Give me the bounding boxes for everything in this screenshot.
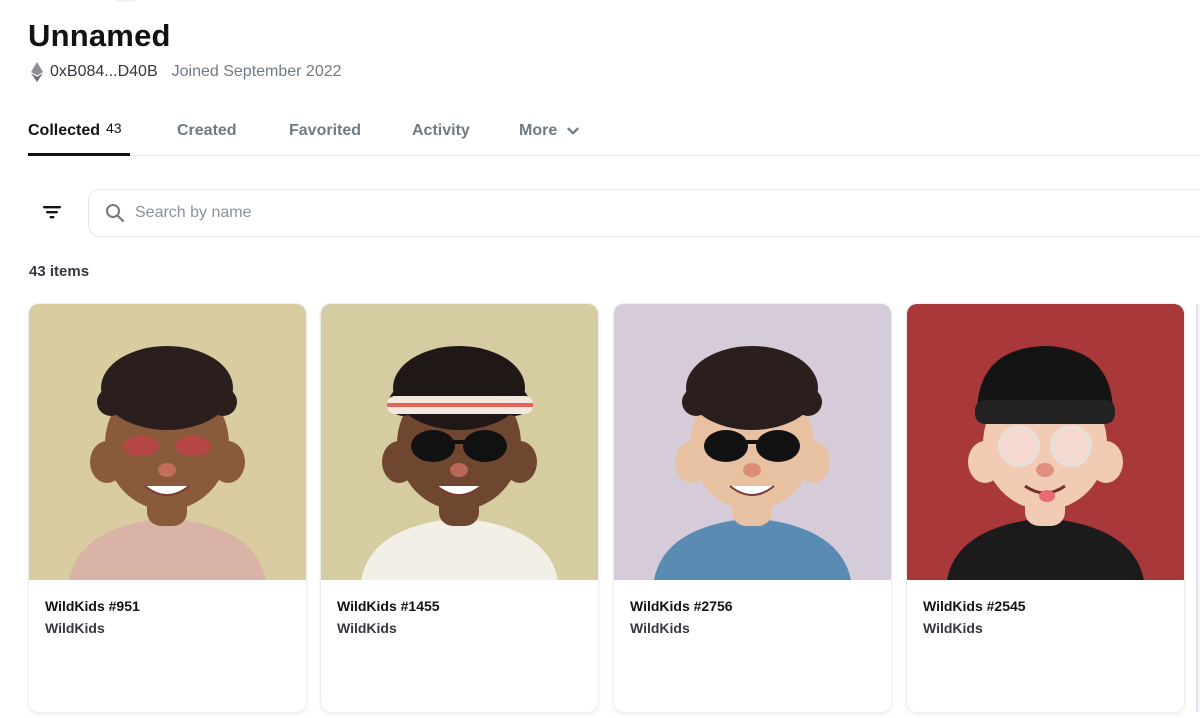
avatar-illustration (654, 346, 851, 580)
filter-icon (43, 206, 61, 219)
tab-collected-label: Collected (28, 122, 101, 139)
tab-collected[interactable]: Collected 43 (28, 120, 122, 140)
profile-meta: 0xB084...D40B Joined September 2022 (31, 62, 342, 82)
search-input[interactable] (135, 204, 1035, 222)
chevron-down-icon (566, 127, 579, 135)
profile-avatar (90, 0, 162, 2)
avatar-illustration (69, 346, 266, 580)
nft-collection-name[interactable]: WildKids (337, 620, 397, 636)
profile-tabs: Collected 43 Created Favorited Activity M… (28, 112, 1200, 156)
avatar-illustration (361, 346, 558, 580)
wallet-address[interactable]: 0xB084...D40B (50, 63, 158, 81)
nft-image (29, 304, 306, 580)
tab-activity-label: Activity (412, 122, 470, 139)
nft-card[interactable]: WildKids #1455 WildKids (321, 304, 598, 712)
nft-card[interactable]: WildKids #951 WildKids (29, 304, 306, 712)
nft-title: WildKids #2756 (630, 598, 733, 614)
items-count: 43 items (29, 263, 90, 280)
tab-created-label: Created (177, 122, 237, 139)
nft-image (614, 304, 891, 580)
tab-created[interactable]: Created (177, 122, 237, 140)
profile-name: Unnamed (28, 18, 171, 53)
partial-card[interactable] (1196, 304, 1200, 712)
nft-title: WildKids #2545 (923, 598, 1026, 614)
nft-title: WildKids #1455 (337, 598, 440, 614)
nft-image (321, 304, 598, 580)
ethereum-icon (31, 62, 43, 82)
tab-more[interactable]: More (519, 122, 580, 140)
nft-card[interactable]: WildKids #2545 WildKids (907, 304, 1184, 712)
nft-collection-name[interactable]: WildKids (630, 620, 690, 636)
search-icon (106, 204, 125, 223)
tab-favorited-label: Favorited (289, 122, 362, 139)
tab-collected-count: 43 (106, 120, 122, 136)
joined-date: Joined September 2022 (171, 63, 342, 80)
search-bar (88, 189, 1200, 237)
filter-button[interactable] (34, 196, 70, 228)
nft-collection-name[interactable]: WildKids (923, 620, 983, 636)
nft-image (907, 304, 1184, 580)
avatar-illustration (947, 346, 1144, 580)
tab-favorited[interactable]: Favorited (289, 122, 361, 140)
tab-activity[interactable]: Activity (412, 122, 470, 140)
nft-title: WildKids #951 (45, 598, 140, 614)
nft-collection-name[interactable]: WildKids (45, 620, 105, 636)
active-tab-indicator (28, 153, 130, 156)
tab-more-label: More (519, 122, 558, 139)
nft-card[interactable]: WildKids #2756 WildKids (614, 304, 891, 712)
